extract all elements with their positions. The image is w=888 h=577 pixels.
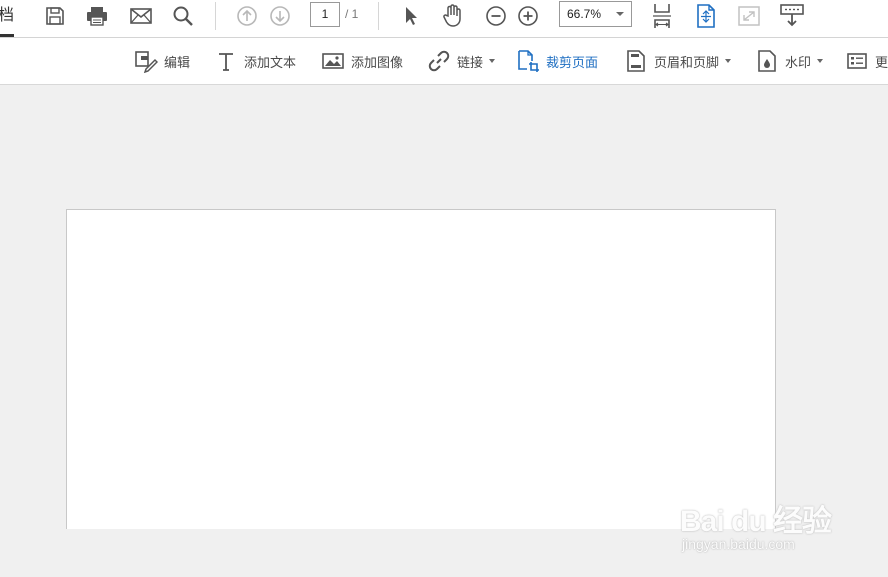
edit-label: 编辑 [164,55,191,71]
watermark-label: 水印 [785,55,812,71]
edit-button[interactable]: 编辑 [134,48,190,74]
header-footer-icon [624,49,648,73]
zoom-in-icon [518,6,538,26]
chevron-down-icon [489,59,496,63]
cursor-arrow-icon [406,7,417,25]
chevron-down-icon [725,59,732,63]
crop-page-label: 裁剪页面 [546,55,599,71]
arrow-down-circle-icon [270,6,290,26]
print-button[interactable] [83,2,111,30]
document-tab-label: 档 [0,5,14,24]
pdf-page[interactable] [66,209,776,529]
link-icon [427,49,451,73]
search-button[interactable] [169,2,197,30]
watermark-icon [755,49,779,73]
save-button[interactable] [41,2,69,30]
document-canvas[interactable] [0,85,888,577]
select-tool-button[interactable] [396,2,424,30]
expand-icon [738,6,760,26]
edit-tools-bar: 编辑 添加文本 添加图像 链接 裁剪页面 页眉和页脚 水印 更 [0,38,888,85]
document-tab[interactable]: 档 [0,4,14,34]
fit-width-icon [653,4,671,28]
zoom-level-select[interactable]: 66.7% [559,1,632,27]
zoom-out-button[interactable] [482,2,510,30]
fit-page-icon [697,4,715,28]
email-button[interactable] [127,2,155,30]
read-mode-icon [780,4,804,27]
header-footer-button[interactable]: 页眉和页脚 [624,48,732,74]
add-text-button[interactable]: 添加文本 [214,48,296,74]
chevron-down-icon [616,12,624,16]
image-icon [321,49,345,73]
hand-tool-button[interactable] [439,2,467,30]
link-button[interactable]: 链接 [427,48,496,74]
zoom-in-button[interactable] [514,2,542,30]
text-icon [214,49,238,73]
chevron-down-icon [817,59,824,63]
zoom-out-icon [486,6,506,26]
more-button[interactable]: 更 [845,48,888,74]
fit-page-button[interactable] [692,2,720,30]
more-label: 更 [875,55,888,71]
crop-page-button[interactable]: 裁剪页面 [516,48,598,74]
toolbar-divider [215,2,216,30]
crop-icon [516,49,540,73]
previous-page-button[interactable] [233,2,261,30]
next-page-button[interactable] [266,2,294,30]
link-label: 链接 [457,55,484,71]
full-screen-button[interactable] [735,2,763,30]
document-tab-indicator [0,34,14,37]
add-text-label: 添加文本 [244,55,297,71]
hand-icon [443,4,461,27]
edit-icon [134,49,158,73]
page-count-label: / 1 [345,7,359,21]
add-image-label: 添加图像 [351,55,404,71]
printer-icon [87,7,107,26]
arrow-up-circle-icon [237,6,257,26]
save-icon [46,7,64,25]
read-mode-button[interactable] [778,2,806,30]
pdf-editor-window: 档 1 / 1 66.7% 编辑 添加文本 添加图像 链接 裁剪页面 页眉和页脚… [0,0,888,577]
header-footer-label: 页眉和页脚 [654,55,720,71]
zoom-level-value: 66.7% [567,7,602,21]
toolbar-divider [378,2,379,30]
add-image-button[interactable]: 添加图像 [321,48,403,74]
search-icon [173,6,193,26]
watermark-button[interactable]: 水印 [755,48,824,74]
main-toolbar: 档 1 / 1 66.7% [0,0,888,38]
more-icon [845,49,869,73]
mail-icon [130,8,152,24]
page-number-input[interactable]: 1 [310,2,340,27]
fit-width-button[interactable] [648,2,676,30]
